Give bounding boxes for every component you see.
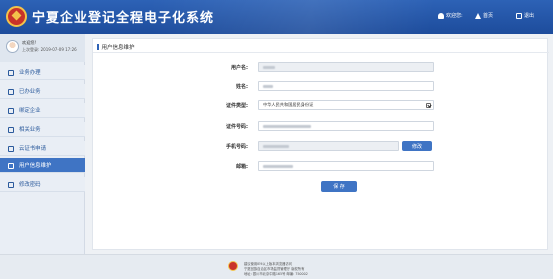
username-field bbox=[258, 62, 434, 72]
breadcrumb: 用户信息维护 bbox=[97, 43, 135, 51]
sidebar-item-bind-company[interactable]: 绑定企业 bbox=[0, 103, 85, 118]
tools-icon bbox=[8, 163, 14, 169]
sidebar-item-label: 用户信息维护 bbox=[19, 163, 52, 169]
phone-field bbox=[258, 141, 399, 151]
certificate-icon bbox=[8, 146, 14, 152]
masked-value bbox=[263, 124, 311, 128]
chevron-down-icon bbox=[426, 103, 431, 108]
modify-phone-button[interactable]: 修改 bbox=[402, 141, 432, 151]
sidebar-item-password[interactable]: 修改密码 bbox=[0, 177, 85, 192]
welcome-text: 欢迎您! bbox=[22, 40, 37, 45]
masked-value bbox=[263, 144, 289, 148]
emblem-logo-icon bbox=[6, 6, 27, 27]
save-button[interactable]: 保 存 bbox=[321, 181, 357, 192]
page-title: 用户信息维护 bbox=[101, 45, 135, 51]
user-icon bbox=[438, 12, 444, 19]
exit-icon bbox=[516, 12, 522, 19]
briefcase-icon bbox=[8, 70, 14, 76]
link-icon bbox=[8, 108, 14, 114]
profile-panel: 欢迎您! 上次登录: 2019-07-09 17:26 bbox=[0, 34, 85, 62]
email-field[interactable] bbox=[258, 161, 434, 171]
user-label: 欢迎您: bbox=[446, 13, 463, 19]
sidebar-item-label: 修改密码 bbox=[19, 182, 41, 188]
divider bbox=[93, 52, 549, 53]
masked-value bbox=[263, 164, 293, 168]
document-icon bbox=[8, 89, 14, 95]
building-icon bbox=[8, 127, 14, 133]
exit-link[interactable]: 退出 bbox=[516, 12, 534, 19]
sidebar: 欢迎您! 上次登录: 2019-07-09 17:26 业务办理 已办业务 绑定… bbox=[0, 34, 85, 254]
id-type-select[interactable]: 中华人民共和国居民身份证 bbox=[258, 100, 434, 110]
sidebar-item-completed[interactable]: 已办业务 bbox=[0, 84, 85, 99]
avatar bbox=[6, 40, 19, 53]
home-icon bbox=[475, 12, 481, 19]
id-number-field[interactable] bbox=[258, 121, 434, 131]
app-title: 宁夏企业登记全程电子化系统 bbox=[32, 11, 215, 26]
email-label: 邮箱: bbox=[236, 164, 248, 170]
home-link[interactable]: 首页 bbox=[475, 12, 493, 19]
footer-address: 地址: 银川市北京中路165号 邮编: 750002 bbox=[244, 272, 308, 276]
id-type-value: 中华人民共和国居民身份证 bbox=[263, 102, 314, 107]
sidebar-item-cloud-cert[interactable]: 云证书申请 bbox=[0, 141, 85, 156]
main-content: 用户信息维护 用户名: 姓名: 证件类型: 中华人民共和国居民身份证 证件号码:… bbox=[92, 38, 549, 250]
id-number-label: 证件号码: bbox=[226, 124, 248, 130]
phone-label: 手机号码: bbox=[226, 144, 248, 150]
user-menu[interactable]: 欢迎您: bbox=[438, 12, 463, 19]
username-label: 用户名: bbox=[231, 65, 248, 71]
app-header: 宁夏企业登记全程电子化系统 欢迎您: 首页 退出 bbox=[0, 0, 553, 34]
sidebar-item-business[interactable]: 业务办理 bbox=[0, 65, 85, 80]
last-login-text: 上次登录: 2019-07-09 17:26 bbox=[22, 47, 77, 52]
name-field[interactable] bbox=[258, 81, 434, 91]
sidebar-item-label: 绑定企业 bbox=[19, 108, 41, 114]
exit-label: 退出 bbox=[524, 13, 535, 19]
sidebar-item-label: 业务办理 bbox=[19, 70, 41, 76]
lock-icon bbox=[8, 182, 14, 188]
sidebar-item-related[interactable]: 相关业务 bbox=[0, 122, 85, 137]
sidebar-item-label: 相关业务 bbox=[19, 127, 41, 133]
sidebar-item-user-info[interactable]: 用户信息维护 bbox=[0, 158, 85, 173]
name-label: 姓名: bbox=[236, 84, 248, 90]
sidebar-item-label: 云证书申请 bbox=[19, 146, 46, 152]
emblem-icon bbox=[228, 261, 238, 271]
breadcrumb-marker bbox=[97, 44, 99, 50]
sidebar-item-label: 已办业务 bbox=[19, 89, 41, 95]
footer: 建议使用IE9以上版本浏览器访问 宁夏回族自治区市场监督管理厅 版权所有 地址:… bbox=[0, 254, 553, 279]
masked-value bbox=[263, 65, 275, 69]
id-type-label: 证件类型: bbox=[226, 103, 248, 109]
masked-value bbox=[263, 84, 273, 88]
home-label: 首页 bbox=[483, 13, 494, 19]
